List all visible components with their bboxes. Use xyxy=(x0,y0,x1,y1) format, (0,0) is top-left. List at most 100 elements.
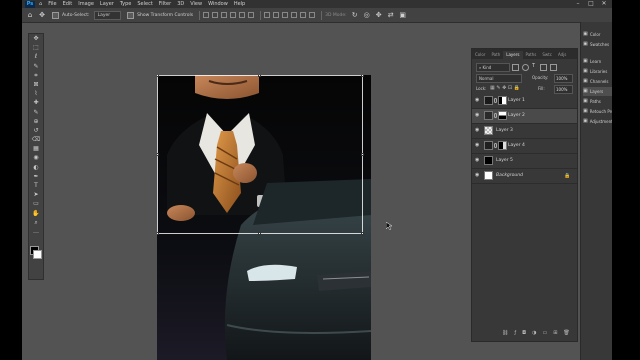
tab-adjustments[interactable]: Adjs xyxy=(555,51,569,59)
menu-help[interactable]: Help xyxy=(234,0,245,8)
transform-handle[interactable] xyxy=(258,75,261,77)
fx-icon[interactable]: ƒ xyxy=(514,330,516,336)
close-button[interactable]: ✕ xyxy=(598,0,610,8)
eyedropper-icon[interactable]: ⌇ xyxy=(29,89,43,98)
menu-image[interactable]: Image xyxy=(78,0,94,8)
eye-icon[interactable]: ◉ xyxy=(475,113,480,118)
eye-icon[interactable]: ◉ xyxy=(475,98,480,103)
panel-channels[interactable]: ▣ Channels xyxy=(583,77,612,86)
distribute-center-icon[interactable] xyxy=(300,12,307,18)
menu-file[interactable]: File xyxy=(48,0,56,8)
filter-type-icon[interactable]: T xyxy=(532,64,537,69)
menu-window[interactable]: Window xyxy=(208,0,228,8)
align-bottom-icon[interactable] xyxy=(248,12,255,18)
layer-row-2[interactable]: ◉ Layer 2 xyxy=(472,109,577,124)
quick-select-icon[interactable]: ✎ xyxy=(29,62,43,71)
transform-handle[interactable] xyxy=(361,153,364,156)
layer-row-4[interactable]: ◉ Layer 4 xyxy=(472,139,577,154)
healing-icon[interactable]: ✚ xyxy=(29,98,43,107)
tab-paths[interactable]: Paths xyxy=(523,51,540,59)
distribute-left-icon[interactable] xyxy=(291,12,298,18)
lasso-icon[interactable]: ℓ xyxy=(29,52,43,61)
distribute-top-icon[interactable] xyxy=(264,12,271,18)
tab-path[interactable]: Path xyxy=(488,51,503,59)
move-tool-preset-icon[interactable]: ✥ xyxy=(38,11,46,19)
document-canvas[interactable] xyxy=(157,75,371,360)
brush-icon[interactable]: ✎ xyxy=(29,108,43,117)
transform-handle[interactable] xyxy=(157,232,159,235)
maximize-button[interactable]: □ xyxy=(585,0,597,8)
menu-edit[interactable]: Edit xyxy=(63,0,73,8)
frame-icon[interactable]: ⊠ xyxy=(29,80,43,89)
pen-icon[interactable]: ✒ xyxy=(29,172,43,181)
menu-3d[interactable]: 3D xyxy=(177,0,184,8)
gradient-icon[interactable]: ▦ xyxy=(29,144,43,153)
filter-shape-icon[interactable] xyxy=(540,64,547,71)
panel-adjustments[interactable]: ▣Adjustments xyxy=(583,117,612,126)
3d-scale-icon[interactable]: ▣ xyxy=(399,11,407,19)
new-layer-icon[interactable]: ⊞ xyxy=(553,330,557,336)
3d-rotate-icon[interactable]: ↻ xyxy=(351,11,359,19)
menu-filter[interactable]: Filter xyxy=(159,0,171,8)
delete-layer-icon[interactable]: 🗑 xyxy=(563,330,569,336)
menu-select[interactable]: Select xyxy=(137,0,152,8)
tab-swatches[interactable]: Swtc xyxy=(539,51,555,59)
zoom-icon[interactable]: ⌕ xyxy=(29,218,43,227)
panel-retouch-pro[interactable]: ▣ Retouch Pro xyxy=(583,107,612,116)
align-center-icon[interactable] xyxy=(212,12,219,18)
layer-row-3[interactable]: ◉ Layer 3 xyxy=(472,124,577,139)
transform-handle[interactable] xyxy=(361,75,364,77)
stamp-icon[interactable]: ⊕ xyxy=(29,117,43,126)
transform-handle[interactable] xyxy=(258,232,261,235)
eye-icon[interactable]: ◉ xyxy=(475,158,480,163)
distribute-bottom-icon[interactable] xyxy=(282,12,289,18)
panel-color[interactable]: ▣ Color xyxy=(583,30,612,39)
filter-smart-object-icon[interactable] xyxy=(550,64,557,71)
background-color-swatch[interactable] xyxy=(33,250,42,259)
eraser-icon[interactable]: ⌫ xyxy=(29,135,43,144)
3d-roll-icon[interactable]: ◎ xyxy=(363,11,371,19)
menu-view[interactable]: View xyxy=(190,0,202,8)
align-top-icon[interactable] xyxy=(230,12,237,18)
lock-icons[interactable]: ▦ ✎ ✥ ⊡ 🔒 xyxy=(490,85,520,91)
eye-icon[interactable]: ◉ xyxy=(475,128,480,133)
layer-row-background[interactable]: ◉ Background 🔒 xyxy=(472,169,577,184)
transform-handle[interactable] xyxy=(157,75,159,77)
filter-pixel-icon[interactable] xyxy=(512,64,519,71)
transform-controls-checkbox[interactable] xyxy=(127,11,135,19)
fill-input[interactable]: 100% xyxy=(554,85,573,94)
panel-layers[interactable]: ▣ Layers xyxy=(583,87,612,96)
menu-layer[interactable]: Layer xyxy=(100,0,114,8)
layer-filter-dropdown[interactable]: ⌕ Kind xyxy=(476,63,510,72)
layer-mask-thumbnail[interactable] xyxy=(498,96,507,105)
panel-swatches[interactable]: ▣ Swatches xyxy=(583,40,612,49)
layer-row-5[interactable]: ◉ Layer 5 xyxy=(472,154,577,169)
eye-icon[interactable]: ◉ xyxy=(475,143,480,148)
hand-icon[interactable]: ✋ xyxy=(29,209,43,218)
distribute-right-icon[interactable] xyxy=(309,12,316,18)
align-left-icon[interactable] xyxy=(203,12,210,18)
transform-handle[interactable] xyxy=(361,232,364,235)
tab-color[interactable]: Color xyxy=(472,51,488,59)
menu-type[interactable]: Type xyxy=(120,0,131,8)
crop-icon[interactable]: ⌗ xyxy=(29,71,43,80)
add-mask-icon[interactable]: ◘ xyxy=(522,330,526,336)
3d-slide-icon[interactable]: ⇄ xyxy=(387,11,395,19)
minimize-button[interactable]: – xyxy=(572,0,584,8)
blend-mode-dropdown[interactable]: Normal xyxy=(476,74,522,83)
auto-select-checkbox[interactable] xyxy=(52,11,59,19)
history-brush-icon[interactable]: ↺ xyxy=(29,126,43,135)
layer-mask-thumbnail[interactable] xyxy=(498,111,507,120)
blur-icon[interactable]: ◉ xyxy=(29,153,43,162)
adjustment-layer-icon[interactable]: ◑ xyxy=(532,330,536,336)
link-layers-icon[interactable]: ⛓ xyxy=(502,330,508,336)
panel-libraries[interactable]: ▣ Libraries xyxy=(583,67,612,76)
more-icon[interactable]: … xyxy=(29,227,43,236)
transform-handle[interactable] xyxy=(157,153,159,156)
layer-mask-thumbnail[interactable] xyxy=(498,141,507,150)
tab-layers[interactable]: Layers xyxy=(503,51,523,59)
opacity-input[interactable]: 100% xyxy=(554,74,573,83)
type-icon[interactable]: T xyxy=(29,181,43,190)
filter-adjustment-icon[interactable] xyxy=(522,64,529,71)
shape-icon[interactable]: ▭ xyxy=(29,199,43,208)
